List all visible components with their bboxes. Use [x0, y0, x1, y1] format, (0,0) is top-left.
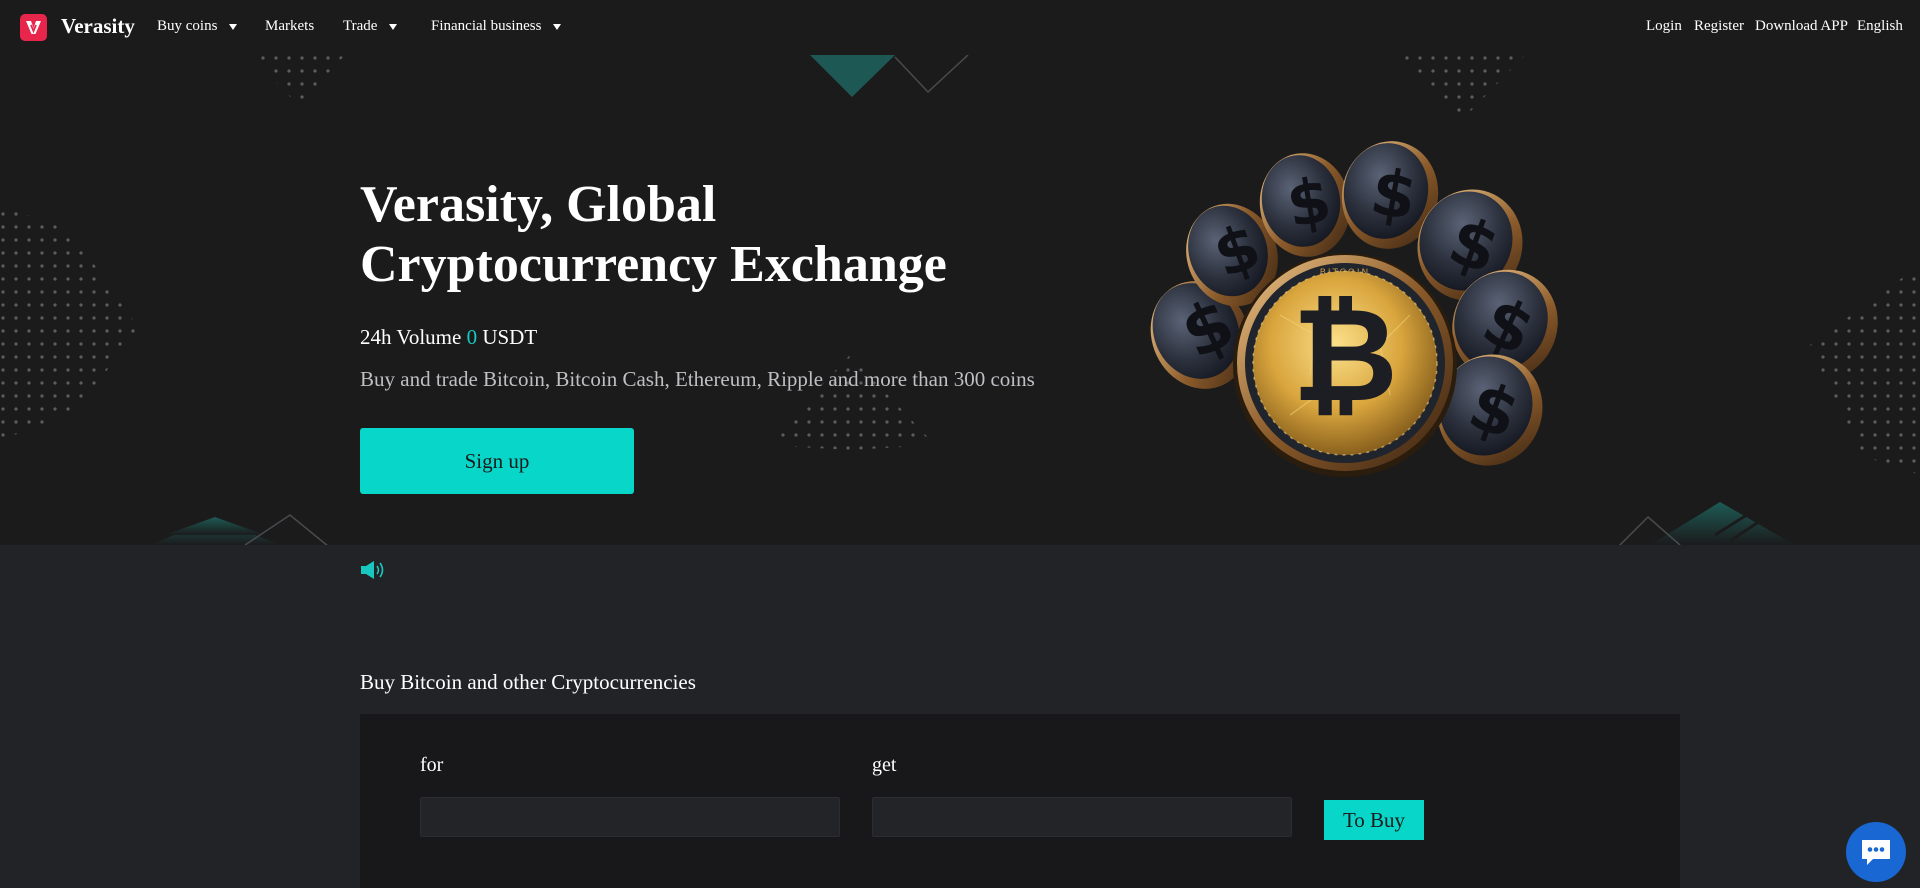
nav-financial-business[interactable]: Financial business	[431, 18, 562, 35]
chevron-down-icon	[389, 23, 398, 30]
get-amount-input[interactable]	[872, 797, 1292, 837]
buy-heading: Buy Bitcoin and other Cryptocurrencies	[360, 670, 696, 694]
for-amount-input[interactable]	[420, 797, 840, 837]
chevron-down-icon	[553, 23, 562, 30]
nav-markets[interactable]: Markets	[265, 18, 314, 35]
volume-stat: 24h Volume 0 USDT	[360, 325, 537, 350]
login-link[interactable]: Login	[1646, 18, 1682, 35]
bitcoin-coins-illustration: $ $ $ $ $ $ $ ₿ BITCOIN	[1150, 141, 1558, 477]
nav-buy-coins-label: Buy coins	[157, 18, 218, 34]
nav-trade[interactable]: Trade	[343, 18, 398, 35]
chat-icon[interactable]	[1846, 822, 1906, 882]
get-label: get	[872, 754, 897, 776]
register-link[interactable]: Register	[1694, 18, 1744, 35]
notice-bar	[0, 545, 1920, 595]
hero-title-line1: Verasity, Global	[360, 176, 717, 233]
volume-unit: USDT	[482, 325, 538, 349]
hero-subtitle: Buy and trade Bitcoin, Bitcoin Cash, Eth…	[360, 367, 1035, 391]
chevron-down-icon	[229, 23, 238, 30]
speaker-icon[interactable]	[360, 560, 386, 585]
nav-trade-label: Trade	[343, 18, 378, 34]
coin-rim-text: BITCOIN	[1320, 268, 1371, 278]
nav-markets-label: Markets	[265, 18, 315, 34]
to-buy-button[interactable]: To Buy	[1324, 800, 1424, 840]
hero-section: Verasity, Global Cryptocurrency Exchange…	[0, 55, 1920, 545]
for-label: for	[420, 754, 444, 776]
download-app-link[interactable]: Download APP	[1755, 18, 1848, 35]
brand-name[interactable]: Verasity	[61, 14, 135, 39]
signup-button[interactable]: Sign up	[360, 428, 634, 494]
hero-background-decoration	[0, 55, 1920, 545]
language-selector[interactable]: English	[1857, 18, 1903, 35]
volume-value: 0	[466, 325, 478, 349]
hero-title: Verasity, Global Cryptocurrency Exchange	[360, 175, 1080, 295]
top-nav: Verasity Buy coins Markets Trade Financi…	[0, 0, 1920, 55]
verasity-logo-icon[interactable]	[20, 14, 47, 41]
volume-label: 24h Volume	[360, 325, 462, 349]
nav-buy-coins[interactable]: Buy coins	[157, 18, 238, 35]
bitcoin-symbol-icon: ₿	[1292, 279, 1398, 431]
hero-title-line2: Cryptocurrency Exchange	[360, 236, 947, 293]
nav-financial-business-label: Financial business	[431, 18, 542, 34]
